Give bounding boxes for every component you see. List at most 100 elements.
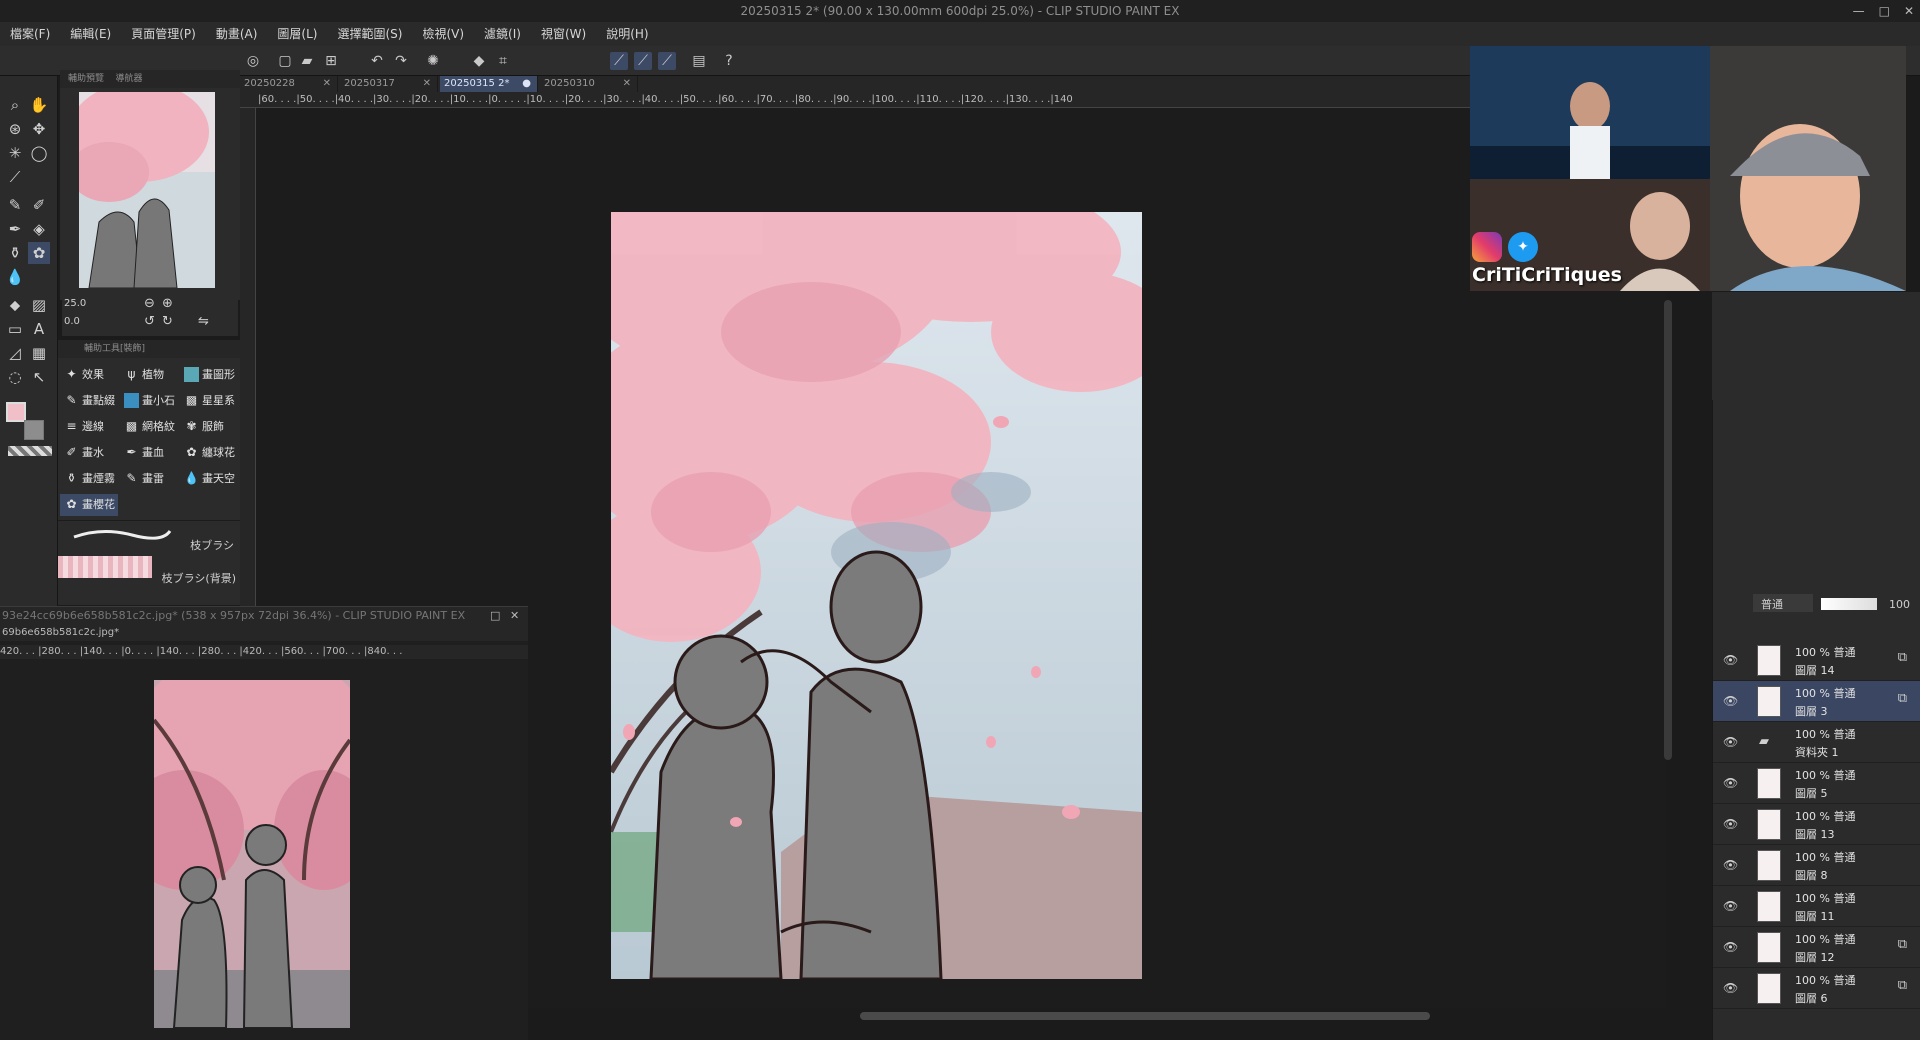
subtool-group-water[interactable]: ✐ 畫水 bbox=[60, 442, 118, 464]
snap-grid-icon[interactable]: ⟋ bbox=[658, 52, 676, 70]
flip-horizontal-icon[interactable]: ⇋ bbox=[198, 314, 209, 329]
snap-ruler-icon[interactable]: ⟋ bbox=[610, 52, 628, 70]
undo-icon[interactable]: ↶ bbox=[368, 52, 386, 70]
subtool-group-flower-ball[interactable]: ✿ 纏球花 bbox=[180, 442, 238, 464]
tab-20250310[interactable]: 20250310 ✕ bbox=[540, 76, 638, 92]
blend-mode-select[interactable]: 普通 bbox=[1753, 594, 1813, 612]
zoom-out-icon[interactable]: ⊖ bbox=[144, 296, 155, 311]
subtool-group-thunder[interactable]: ✎ 畫雷 bbox=[120, 468, 178, 490]
subtool-group-dots[interactable]: ✎ 畫點綴 bbox=[60, 390, 118, 412]
operation-icon[interactable]: ↖ bbox=[28, 366, 50, 388]
decoration-icon[interactable]: ✿ bbox=[28, 242, 50, 264]
eye-icon[interactable]: 👁 bbox=[1723, 735, 1738, 749]
brush-icon[interactable]: ✒ bbox=[4, 218, 26, 240]
eye-icon[interactable]: 👁 bbox=[1723, 899, 1738, 913]
canvas-vertical-scrollbar[interactable] bbox=[1664, 300, 1672, 760]
canvas-horizontal-scrollbar[interactable] bbox=[860, 1012, 1430, 1020]
eye-icon[interactable]: 👁 bbox=[1723, 653, 1738, 667]
ruler-icon[interactable]: ▦ bbox=[28, 342, 50, 364]
layer-row-folder-1[interactable]: 👁 ▰ 100 % 普通 資料夾 1 bbox=[1713, 722, 1920, 763]
close-icon[interactable]: ✕ bbox=[323, 76, 331, 92]
balloon-icon[interactable]: ◌ bbox=[4, 366, 26, 388]
save-icon[interactable]: ⊞ bbox=[322, 52, 340, 70]
menu-help[interactable]: 說明(H) bbox=[596, 22, 658, 46]
lasso-icon[interactable]: ◯ bbox=[28, 142, 50, 164]
move-icon[interactable]: ✥ bbox=[28, 118, 50, 140]
subtool-group-mesh[interactable]: ▩ 網格紋 bbox=[120, 416, 178, 438]
maximize-button[interactable]: □ bbox=[1879, 0, 1890, 22]
zoom-in-icon[interactable]: ⊕ bbox=[162, 296, 173, 311]
opacity-value[interactable]: 100 bbox=[1889, 594, 1910, 616]
tab-20250317[interactable]: 20250317 ✕ bbox=[340, 76, 438, 92]
transparent-color[interactable] bbox=[8, 446, 52, 456]
loading-icon[interactable]: ✺ bbox=[424, 52, 442, 70]
figure-icon[interactable]: ▭ bbox=[4, 318, 26, 340]
subtool-group-sakura[interactable]: ✿ 畫櫻花 bbox=[60, 494, 118, 516]
gradient-icon[interactable]: ▨ bbox=[28, 294, 50, 316]
menu-animation[interactable]: 動畫(A) bbox=[206, 22, 268, 46]
subtool-group-blood[interactable]: ✒ 畫血 bbox=[120, 442, 178, 464]
unsaved-dot-icon[interactable]: ● bbox=[522, 76, 531, 92]
brush-item-branch-bg[interactable]: 枝ブラシ(背景) bbox=[58, 554, 240, 588]
close-icon[interactable]: ✕ bbox=[423, 76, 431, 92]
fill-bucket-icon[interactable]: ⬥ bbox=[4, 294, 26, 316]
subtool-group-pattern[interactable]: 畫圖形 bbox=[180, 364, 238, 386]
object-icon[interactable]: ⊛ bbox=[4, 118, 26, 140]
artwork-canvas[interactable] bbox=[611, 212, 1142, 979]
menu-file[interactable]: 檔案(F) bbox=[0, 22, 60, 46]
sub-view-tab[interactable]: 69b6e658b581c2c.jpg* bbox=[0, 627, 119, 638]
snap-special-ruler-icon[interactable]: ⟋ bbox=[634, 52, 652, 70]
subtool-group-lines[interactable]: ≡ 邊線 bbox=[60, 416, 118, 438]
subtool-group-stones[interactable]: 畫小石 bbox=[120, 390, 178, 412]
layer-row-3[interactable]: 👁 100 % 普通 圖層 3 ⧉ bbox=[1713, 681, 1920, 722]
menu-edit[interactable]: 編輯(E) bbox=[60, 22, 121, 46]
menu-layer[interactable]: 圖層(L) bbox=[267, 22, 327, 46]
layer-row-14[interactable]: 👁 100 % 普通 圖層 14 ⧉ bbox=[1713, 640, 1920, 681]
wand-icon[interactable]: ✳ bbox=[4, 142, 26, 164]
subtool-group-clothing[interactable]: ✾ 服飾 bbox=[180, 416, 238, 438]
blend-icon[interactable]: 💧 bbox=[4, 266, 26, 288]
new-file-icon[interactable]: ▢ bbox=[276, 52, 294, 70]
airbrush-icon[interactable]: ⚱ bbox=[4, 242, 26, 264]
hand-icon[interactable]: ✋ bbox=[28, 94, 50, 116]
preview-tab[interactable]: 輔助預覽 bbox=[68, 74, 104, 84]
layer-row-12[interactable]: 👁 100 % 普通 圖層 12 ⧉ bbox=[1713, 927, 1920, 968]
eye-icon[interactable]: 👁 bbox=[1723, 694, 1738, 708]
layer-row-5[interactable]: 👁 100 % 普通 圖層 5 bbox=[1713, 763, 1920, 804]
rotate-right-icon[interactable]: ↻ bbox=[162, 314, 173, 329]
frame-icon[interactable]: ◿ bbox=[4, 342, 26, 364]
layer-row-11[interactable]: 👁 100 % 普通 圖層 11 bbox=[1713, 886, 1920, 927]
main-color-swatch[interactable] bbox=[6, 402, 26, 422]
layer-row-8[interactable]: 👁 100 % 普通 圖層 8 bbox=[1713, 845, 1920, 886]
subtool-group-stars[interactable]: ▩ 星星系 bbox=[180, 390, 238, 412]
close-icon[interactable]: ✕ bbox=[623, 76, 631, 92]
eye-icon[interactable]: 👁 bbox=[1723, 776, 1738, 790]
eyedropper-icon[interactable]: ⟋ bbox=[4, 166, 26, 188]
eraser-icon[interactable]: ◈ bbox=[28, 218, 50, 240]
subtool-group-plant[interactable]: ψ 植物 bbox=[120, 364, 178, 386]
sub-color-swatch[interactable] bbox=[24, 420, 44, 440]
pen-icon[interactable]: ✎ bbox=[4, 194, 26, 216]
opacity-slider[interactable] bbox=[1821, 598, 1877, 610]
angle-value[interactable]: 0.0 bbox=[64, 316, 80, 327]
eye-icon[interactable]: 👁 bbox=[1723, 940, 1738, 954]
clipboard-icon[interactable]: ▤ bbox=[690, 52, 708, 70]
tab-20250315-2[interactable]: 20250315 2* ● bbox=[440, 76, 538, 92]
layer-row-13[interactable]: 👁 100 % 普通 圖層 13 bbox=[1713, 804, 1920, 845]
text-icon[interactable]: A bbox=[28, 318, 50, 340]
studio-icon[interactable]: ◎ bbox=[244, 52, 262, 70]
redo-icon[interactable]: ↷ bbox=[392, 52, 410, 70]
close-button[interactable]: ✕ bbox=[1904, 0, 1914, 22]
layer-row-6[interactable]: 👁 100 % 普通 圖層 6 ⧉ bbox=[1713, 968, 1920, 1009]
menu-filter[interactable]: 濾鏡(I) bbox=[474, 22, 531, 46]
eye-icon[interactable]: 👁 bbox=[1723, 981, 1738, 995]
zoom-icon[interactable]: ⌕ bbox=[4, 94, 26, 116]
tab-20250228[interactable]: 20250228 ✕ bbox=[240, 76, 338, 92]
menu-view[interactable]: 檢視(V) bbox=[412, 22, 474, 46]
navigator-thumbnail[interactable] bbox=[79, 92, 215, 288]
subtool-group-smoke[interactable]: ⚱ 畫煙霧 bbox=[60, 468, 118, 490]
sub-view-maximize-icon[interactable]: □ bbox=[490, 609, 500, 622]
subtool-group-sky[interactable]: 💧 畫天空 bbox=[180, 468, 238, 490]
open-file-icon[interactable]: ▰ bbox=[298, 52, 316, 70]
subtool-group-effect[interactable]: ✦ 效果 bbox=[60, 364, 118, 386]
